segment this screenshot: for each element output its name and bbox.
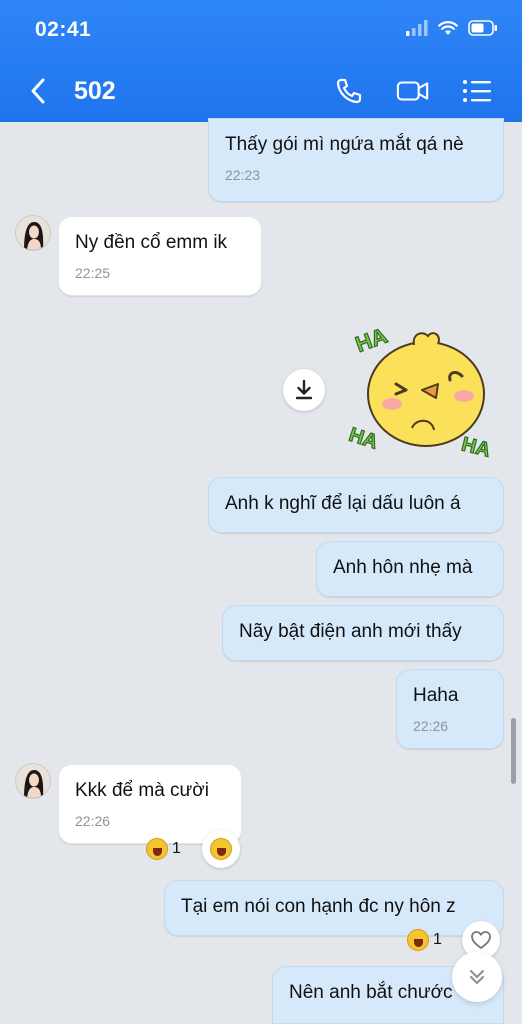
laughing-emoji-icon: [146, 838, 168, 860]
message-bubble[interactable]: Nãy bật điện anh mới thấy: [222, 605, 504, 661]
video-call-button[interactable]: [396, 76, 430, 106]
chat-header: 02:41 502: [0, 0, 522, 122]
sticker-image: HA HA HA: [346, 322, 494, 462]
message-text: Nên anh bắt chước: [289, 982, 453, 1003]
avatar-image: [16, 764, 50, 798]
list-icon: [463, 80, 491, 102]
message-time: 22:25: [75, 265, 111, 281]
chat-title[interactable]: 502: [74, 77, 116, 106]
react-button[interactable]: [202, 830, 240, 868]
header-actions: [332, 76, 494, 106]
avatar-image: [16, 216, 50, 250]
laughing-emoji-icon: [210, 838, 232, 860]
download-button[interactable]: [283, 369, 325, 411]
duck-laughing-sticker[interactable]: HA HA HA: [346, 318, 498, 464]
message-bubble[interactable]: Anh hôn nhẹ mà: [316, 541, 504, 597]
phone-icon: [336, 78, 362, 104]
sticker-text: HA: [346, 424, 380, 454]
battery-icon: [468, 20, 497, 36]
reaction-count: 1: [172, 840, 181, 857]
reaction-count: 1: [433, 931, 442, 948]
message-time: 22:26: [75, 813, 111, 829]
sticker-text: HA: [352, 323, 391, 357]
heart-icon: [471, 931, 491, 949]
menu-button[interactable]: [460, 76, 494, 106]
message-time: 22:26: [413, 718, 449, 734]
message-bubble[interactable]: Tại em nói con hạnh đc ny hôn z: [164, 880, 504, 936]
message-bubble[interactable]: Haha 22:26: [396, 669, 504, 749]
message-bubble[interactable]: Thấy gói mì ngứa mắt qá nè 22:23: [208, 118, 504, 202]
scrollbar[interactable]: [511, 718, 516, 784]
laughing-emoji-icon: [407, 929, 429, 951]
chevron-left-icon[interactable]: [28, 76, 48, 106]
reaction-badge[interactable]: 1: [407, 927, 442, 953]
video-icon: [396, 81, 429, 101]
status-icons: [406, 20, 498, 36]
avatar[interactable]: [15, 763, 51, 799]
wifi-icon: [438, 21, 458, 35]
message-text: Anh hôn nhẹ mà: [333, 557, 473, 578]
message-text: Tại em nói con hạnh đc ny hôn z: [181, 896, 456, 917]
message-text: Nãy bật điện anh mới thấy: [239, 621, 462, 642]
reaction-badge[interactable]: 1: [146, 836, 181, 862]
double-chevron-down-icon: [470, 970, 484, 984]
message-bubble[interactable]: Ny đền cổ emm ik 22:25: [58, 216, 262, 296]
download-icon: [295, 379, 313, 400]
message-text: Anh k nghĩ để lại dấu luôn á: [225, 493, 461, 514]
sticker-text: HA: [459, 433, 492, 461]
message-time: 22:23: [225, 167, 261, 183]
message-text: Haha: [413, 685, 459, 706]
message-text: Thấy gói mì ngứa mắt qá nè: [225, 134, 464, 155]
scroll-to-bottom-button[interactable]: [452, 952, 502, 1002]
signal-icon: [406, 20, 428, 36]
message-text: Ny đền cổ emm ik: [75, 232, 228, 253]
message-bubble[interactable]: Anh k nghĩ để lại dấu luôn á: [208, 477, 504, 533]
status-time: 02:41: [35, 18, 92, 41]
message-text: Kkk để mà cười: [75, 780, 209, 801]
avatar[interactable]: [15, 215, 51, 251]
call-button[interactable]: [332, 76, 366, 106]
